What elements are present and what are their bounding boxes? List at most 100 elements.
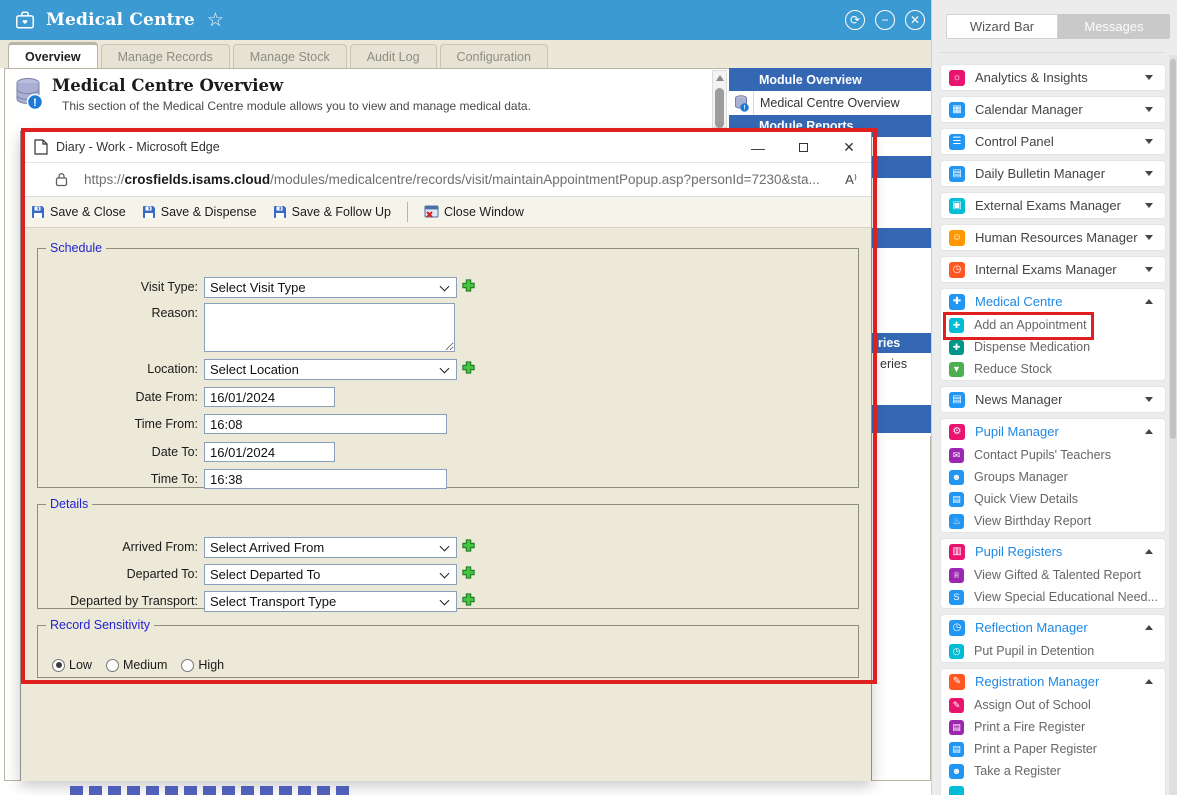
sidebar-item-pupil-manager[interactable]: ⚙Pupil Manager xyxy=(941,419,1165,444)
sidebar-card-external-exams-manager: ▣External Exams Manager xyxy=(941,193,1165,218)
popup-titlebar[interactable]: Diary - Work - Microsoft Edge — ✕ xyxy=(21,132,871,163)
add-transport-type-icon[interactable] xyxy=(462,593,475,606)
pupil-manager-icon: ⚙ xyxy=(949,424,965,440)
page-title: Medical Centre Overview xyxy=(52,76,283,95)
location-select[interactable]: Select Location xyxy=(204,359,457,380)
sidebar-item-external-exams-manager[interactable]: ▣External Exams Manager xyxy=(941,193,1165,218)
close-window-button[interactable]: Close Window xyxy=(424,205,524,219)
add-arrived-from-icon[interactable] xyxy=(462,539,475,552)
sidebar-item-view-gifted-talented-report[interactable]: ♕View Gifted & Talented Report xyxy=(941,564,1165,586)
menu-item-medical-centre-overview[interactable]: ! Medical Centre Overview xyxy=(729,91,931,115)
sidebar-item-dispense-medication[interactable]: ✚Dispense Medication xyxy=(941,336,1165,358)
scroll-up-icon[interactable] xyxy=(716,75,724,81)
sidebar-item-pupil-registers[interactable]: ▥Pupil Registers xyxy=(941,539,1165,564)
departed-by-transport-select[interactable]: Select Transport Type xyxy=(204,591,457,612)
radio-icon[interactable] xyxy=(106,659,119,672)
scrollbar-thumb[interactable] xyxy=(1170,59,1176,439)
chevron-down-icon[interactable] xyxy=(1145,107,1153,112)
reason-textarea[interactable] xyxy=(204,303,455,352)
sidebar-item-label: Contact Pupils' Teachers xyxy=(974,448,1111,462)
sidebar-item-take-a-register[interactable]: ☻Take a Register xyxy=(941,760,1165,782)
radio-selected-icon[interactable] xyxy=(52,659,65,672)
minimize-icon[interactable]: − xyxy=(875,10,895,30)
content-scrollbar[interactable] xyxy=(712,70,727,128)
url-text[interactable]: https://crosfields.isams.cloud/modules/m… xyxy=(84,172,820,187)
chevron-up-icon[interactable] xyxy=(1145,299,1153,304)
sidebar-item-put-pupil-in-detention[interactable]: ◷Put Pupil in Detention xyxy=(941,640,1165,662)
sidebar-item-add-an-appointment[interactable]: ✚Add an Appointment xyxy=(941,314,1165,336)
sidebar-item-print-a-paper-register[interactable]: ▤Print a Paper Register xyxy=(941,738,1165,760)
sidebar-item-news-manager[interactable]: ▤News Manager xyxy=(941,387,1165,412)
sidebar-scrollbar[interactable] xyxy=(1169,55,1177,795)
sidebar-item-item[interactable] xyxy=(941,782,1165,795)
departed-to-select[interactable]: Select Departed To xyxy=(204,564,457,585)
chevron-up-icon[interactable] xyxy=(1145,549,1153,554)
address-bar[interactable]: https://crosfields.isams.cloud/modules/m… xyxy=(21,163,871,197)
sidebar-item-reduce-stock[interactable]: ▼Reduce Stock xyxy=(941,358,1165,380)
tab-configuration[interactable]: Configuration xyxy=(440,44,548,68)
radio-icon[interactable] xyxy=(181,659,194,672)
chevron-down-icon[interactable] xyxy=(1145,139,1153,144)
close-icon[interactable]: ✕ xyxy=(905,10,925,30)
time-to-input[interactable] xyxy=(204,469,447,489)
add-visit-type-icon[interactable] xyxy=(462,279,475,292)
add-departed-to-icon[interactable] xyxy=(462,566,475,579)
sidebar-item-daily-bulletin-manager[interactable]: ▤Daily Bulletin Manager xyxy=(941,161,1165,186)
sensitivity-radio-low[interactable]: Low xyxy=(52,658,92,672)
favourite-star-icon[interactable]: ☆ xyxy=(207,11,224,30)
sidebar-item-label: External Exams Manager xyxy=(975,198,1121,213)
read-aloud-icon[interactable]: A⁾ xyxy=(845,172,857,188)
date-from-input[interactable] xyxy=(204,387,335,407)
add-location-icon[interactable] xyxy=(462,361,475,374)
time-from-input[interactable] xyxy=(204,414,447,434)
chevron-down-icon[interactable] xyxy=(1145,235,1153,240)
sidebar-item-analytics-insights[interactable]: ☼Analytics & Insights xyxy=(941,65,1165,90)
visit-type-select[interactable]: Select Visit Type xyxy=(204,277,457,298)
chevron-up-icon[interactable] xyxy=(1145,625,1153,630)
sidebar-item-contact-pupils-teachers[interactable]: ✉Contact Pupils' Teachers xyxy=(941,444,1165,466)
popup-minimize-icon[interactable]: — xyxy=(746,136,770,159)
tab-audit-log[interactable]: Audit Log xyxy=(350,44,437,68)
sidebar-item-medical-centre[interactable]: ✚Medical Centre xyxy=(941,289,1165,314)
tab-manage-records[interactable]: Manage Records xyxy=(101,44,230,68)
sidebar-item-assign-out-of-school[interactable]: ✎Assign Out of School xyxy=(941,694,1165,716)
save-and-dispense-button[interactable]: Save & Dispense xyxy=(142,205,257,219)
scrollbar-thumb[interactable] xyxy=(715,88,724,128)
popup-close-icon[interactable]: ✕ xyxy=(837,136,861,159)
tab-messages[interactable]: Messages xyxy=(1058,14,1170,39)
save-and-follow-up-button[interactable]: Save & Follow Up xyxy=(273,205,391,219)
sidebar-item-view-special-educational-need[interactable]: SView Special Educational Need... xyxy=(941,586,1165,608)
sidebar-item-print-a-fire-register[interactable]: ▤Print a Fire Register xyxy=(941,716,1165,738)
chevron-down-icon[interactable] xyxy=(1145,203,1153,208)
sidebar-card-control-panel: ☰Control Panel xyxy=(941,129,1165,154)
sidebar-item-reflection-manager[interactable]: ◷Reflection Manager xyxy=(941,615,1165,640)
sensitivity-radio-high[interactable]: High xyxy=(181,658,224,672)
restore-icon[interactable]: ⟳ xyxy=(845,10,865,30)
tab-overview[interactable]: Overview xyxy=(8,42,98,68)
view-gifted-talented-report-icon: ♕ xyxy=(949,568,964,583)
sidebar-item-groups-manager[interactable]: ☻Groups Manager xyxy=(941,466,1165,488)
chevron-up-icon[interactable] xyxy=(1145,679,1153,684)
news-manager-icon: ▤ xyxy=(949,392,965,408)
arrived-from-select[interactable]: Select Arrived From xyxy=(204,537,457,558)
sidebar-item-control-panel[interactable]: ☰Control Panel xyxy=(941,129,1165,154)
chevron-down-icon[interactable] xyxy=(1145,171,1153,176)
save-and-close-button[interactable]: Save & Close xyxy=(31,205,126,219)
sidebar-item-quick-view-details[interactable]: ▤Quick View Details xyxy=(941,488,1165,510)
tab-wizard-bar[interactable]: Wizard Bar xyxy=(946,14,1058,39)
sidebar-item-calendar-manager[interactable]: ▦Calendar Manager xyxy=(941,97,1165,122)
chevron-down-icon[interactable] xyxy=(1145,75,1153,80)
tab-manage-stock[interactable]: Manage Stock xyxy=(233,44,347,68)
chevron-down-icon[interactable] xyxy=(1145,397,1153,402)
date-to-input[interactable] xyxy=(204,442,335,462)
popup-maximize-icon[interactable] xyxy=(791,136,815,159)
sidebar-item-label: Print a Paper Register xyxy=(974,742,1097,756)
menu-item-label: Medical Centre Overview xyxy=(760,96,900,110)
sidebar-item-human-resources-manager[interactable]: ☺Human Resources Manager xyxy=(941,225,1165,250)
sensitivity-radio-medium[interactable]: Medium xyxy=(106,658,167,672)
sidebar-item-view-birthday-report[interactable]: ♨View Birthday Report xyxy=(941,510,1165,532)
sidebar-item-internal-exams-manager[interactable]: ◷Internal Exams Manager xyxy=(941,257,1165,282)
chevron-down-icon[interactable] xyxy=(1145,267,1153,272)
chevron-up-icon[interactable] xyxy=(1145,429,1153,434)
sidebar-item-registration-manager[interactable]: ✎Registration Manager xyxy=(941,669,1165,694)
